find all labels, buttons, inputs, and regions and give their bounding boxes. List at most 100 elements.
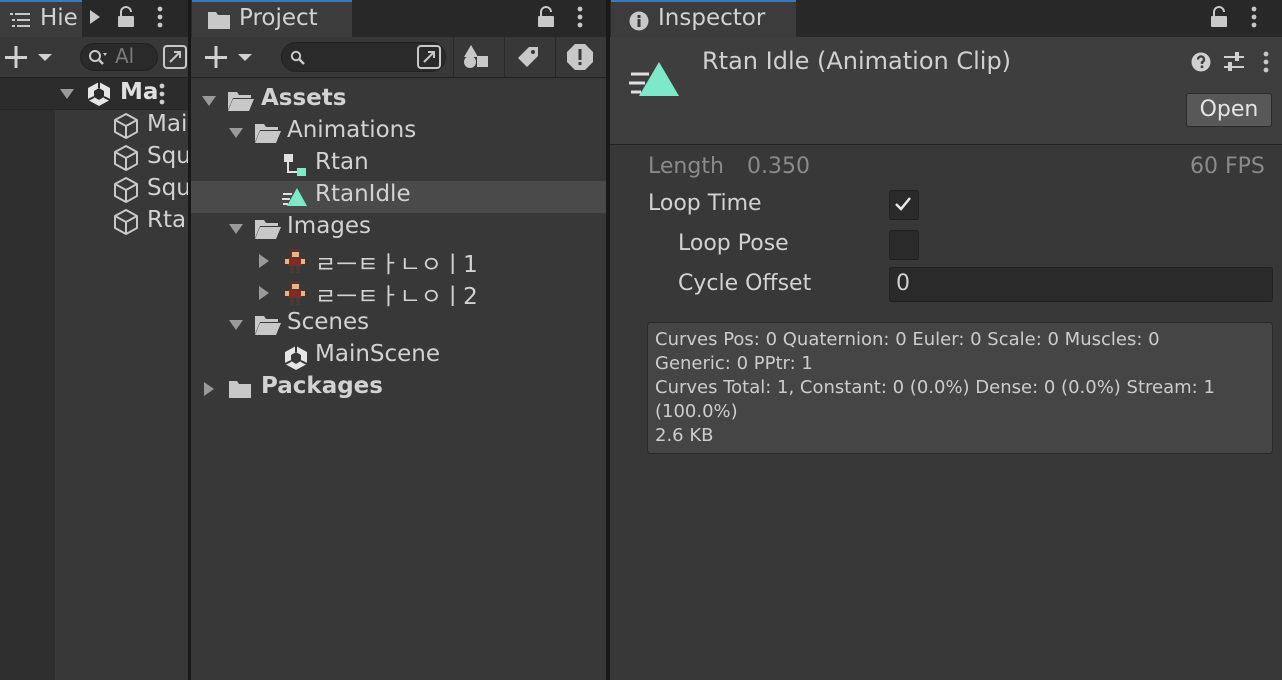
clip-info-box: Curves Pos: 0 Quaternion: 0 Euler: 0 Sca… xyxy=(647,322,1273,454)
hierarchy-gutter xyxy=(0,78,55,680)
gameobject-cube-icon xyxy=(112,208,140,236)
tree-item-label: Animations xyxy=(287,117,417,143)
folder-open-icon xyxy=(227,89,255,113)
search-icon xyxy=(288,48,308,68)
collapse-arrow-icon[interactable] xyxy=(257,285,271,301)
cycle-offset-label: Cycle Offset xyxy=(678,271,812,296)
animator-controller-icon xyxy=(282,153,308,177)
info-line: (100.0%) xyxy=(655,401,738,422)
collapse-arrow-icon[interactable] xyxy=(202,381,216,397)
cycle-offset-field[interactable]: 0 xyxy=(889,267,1273,302)
tree-item-image1[interactable]: ㄹㅡㅌㅏㄴㅇㅣ1 xyxy=(191,245,606,278)
create-dropdown-icon[interactable] xyxy=(3,44,55,70)
tree-item-label: Packages xyxy=(261,373,383,399)
info-line: Curves Total: 1, Constant: 0 (0.0%) Dens… xyxy=(655,377,1215,398)
gameobject-cube-icon xyxy=(112,176,140,204)
folder-open-icon xyxy=(254,313,282,337)
tree-item-scenes[interactable]: Scenes xyxy=(191,309,606,341)
sprite-character-icon xyxy=(282,248,308,274)
fps-label: 60 FPS xyxy=(1190,154,1265,179)
cycle-offset-value: 0 xyxy=(896,271,910,296)
component-more-icon[interactable] xyxy=(1257,49,1275,75)
tree-item-images[interactable]: Images xyxy=(191,213,606,245)
hierarchy-scene-row[interactable]: Ma xyxy=(0,78,188,110)
warning-icon[interactable] xyxy=(564,42,596,72)
scene-visibility-icon[interactable] xyxy=(162,44,188,70)
tree-item-label: Rtan xyxy=(315,149,369,175)
hierarchy-search-placeholder: Al xyxy=(115,44,135,68)
tree-item-animations[interactable]: Animations xyxy=(191,117,606,149)
more-options-icon[interactable] xyxy=(1245,4,1263,30)
unity-scene-icon xyxy=(282,344,310,372)
tree-item-assets[interactable]: Assets xyxy=(191,85,606,117)
inspector-title: Rtan Idle (Animation Clip) xyxy=(702,47,1012,75)
create-dropdown-icon[interactable] xyxy=(203,44,255,70)
folder-icon xyxy=(206,9,232,31)
filter-by-type-icon[interactable] xyxy=(461,42,493,72)
hierarchy-tab[interactable]: Hie xyxy=(0,0,82,37)
hierarchy-search-input[interactable]: Al xyxy=(80,43,158,71)
project-panel: Project Assets Animations Rtan RtanIdle … xyxy=(191,0,606,680)
open-button[interactable]: Open xyxy=(1186,93,1272,127)
project-tab-label: Project xyxy=(239,5,318,31)
expand-arrow-icon[interactable] xyxy=(200,94,218,108)
expand-arrow-icon[interactable] xyxy=(227,222,245,236)
folder-open-icon xyxy=(254,217,282,241)
project-tab[interactable]: Project xyxy=(192,0,352,37)
expand-arrow-icon[interactable] xyxy=(227,126,245,140)
tree-item-label: RtanIdle xyxy=(315,181,411,207)
more-options-icon[interactable] xyxy=(571,4,589,30)
inspector-tab-label: Inspector xyxy=(658,5,766,31)
inspector-panel: Inspector Rtan Idle (Animation Clip) Ope… xyxy=(610,0,1282,680)
tree-item-mainscene[interactable]: MainScene xyxy=(191,341,606,373)
animation-clip-icon xyxy=(628,57,682,101)
collapse-arrow-icon[interactable] xyxy=(257,253,271,269)
gameobject-cube-icon xyxy=(112,112,140,140)
hierarchy-panel: Hie Al Ma Mai Squ Squ Rta xyxy=(0,0,188,680)
tree-item-label: Assets xyxy=(261,85,347,111)
length-label: Length xyxy=(648,154,724,179)
loop-time-label: Loop Time xyxy=(648,191,762,216)
toolbar-separator xyxy=(555,37,556,77)
filter-by-label-icon[interactable] xyxy=(513,43,543,71)
length-value: 0.350 xyxy=(747,154,810,179)
expand-arrow-icon[interactable] xyxy=(227,318,245,332)
info-line: Curves Pos: 0 Quaternion: 0 Euler: 0 Sca… xyxy=(655,329,1160,350)
hierarchy-tab-label: Hie xyxy=(40,5,78,31)
loop-pose-checkbox[interactable] xyxy=(889,230,919,260)
play-icon[interactable] xyxy=(86,6,104,28)
hierarchy-list-icon xyxy=(9,10,31,30)
folder-open-icon xyxy=(254,121,282,145)
hierarchy-item-label: Squ xyxy=(147,143,188,169)
folder-icon xyxy=(227,377,253,401)
unity-scene-icon xyxy=(85,80,113,108)
loop-pose-label: Loop Pose xyxy=(678,231,789,256)
scene-more-icon[interactable] xyxy=(153,82,171,106)
lock-icon[interactable] xyxy=(115,5,137,29)
help-icon[interactable] xyxy=(1190,51,1212,73)
hierarchy-item-label: Rta xyxy=(147,207,187,233)
inspector-tab[interactable]: Inspector xyxy=(611,0,796,37)
tree-item-rtan[interactable]: Rtan xyxy=(191,149,606,181)
tree-item-packages[interactable]: Packages xyxy=(191,373,606,405)
tree-item-rtanidle[interactable]: RtanIdle xyxy=(191,181,606,213)
tree-item-label: Scenes xyxy=(287,309,370,335)
expand-arrow-icon[interactable] xyxy=(58,86,76,102)
info-line: 2.6 KB xyxy=(655,425,714,446)
hierarchy-item-label: Squ xyxy=(147,175,188,201)
search-icon xyxy=(87,48,109,68)
lock-icon[interactable] xyxy=(535,5,557,29)
loop-time-checkbox[interactable] xyxy=(889,190,919,220)
info-icon xyxy=(627,9,651,33)
more-options-icon[interactable] xyxy=(151,4,169,30)
tree-item-label: ㄹㅡㅌㅏㄴㅇㅣ2 xyxy=(315,284,478,310)
search-scope-icon[interactable] xyxy=(414,43,444,71)
tree-item-label: MainScene xyxy=(315,341,441,367)
presets-icon[interactable] xyxy=(1222,50,1246,74)
sprite-character-icon xyxy=(282,280,308,306)
checkmark-icon xyxy=(893,195,913,213)
tree-item-label: ㄹㅡㅌㅏㄴㅇㅣ1 xyxy=(315,252,478,278)
tree-item-image2[interactable]: ㄹㅡㅌㅏㄴㅇㅣ2 xyxy=(191,277,606,310)
info-line: Generic: 0 PPtr: 1 xyxy=(655,353,813,374)
lock-icon[interactable] xyxy=(1208,5,1230,29)
